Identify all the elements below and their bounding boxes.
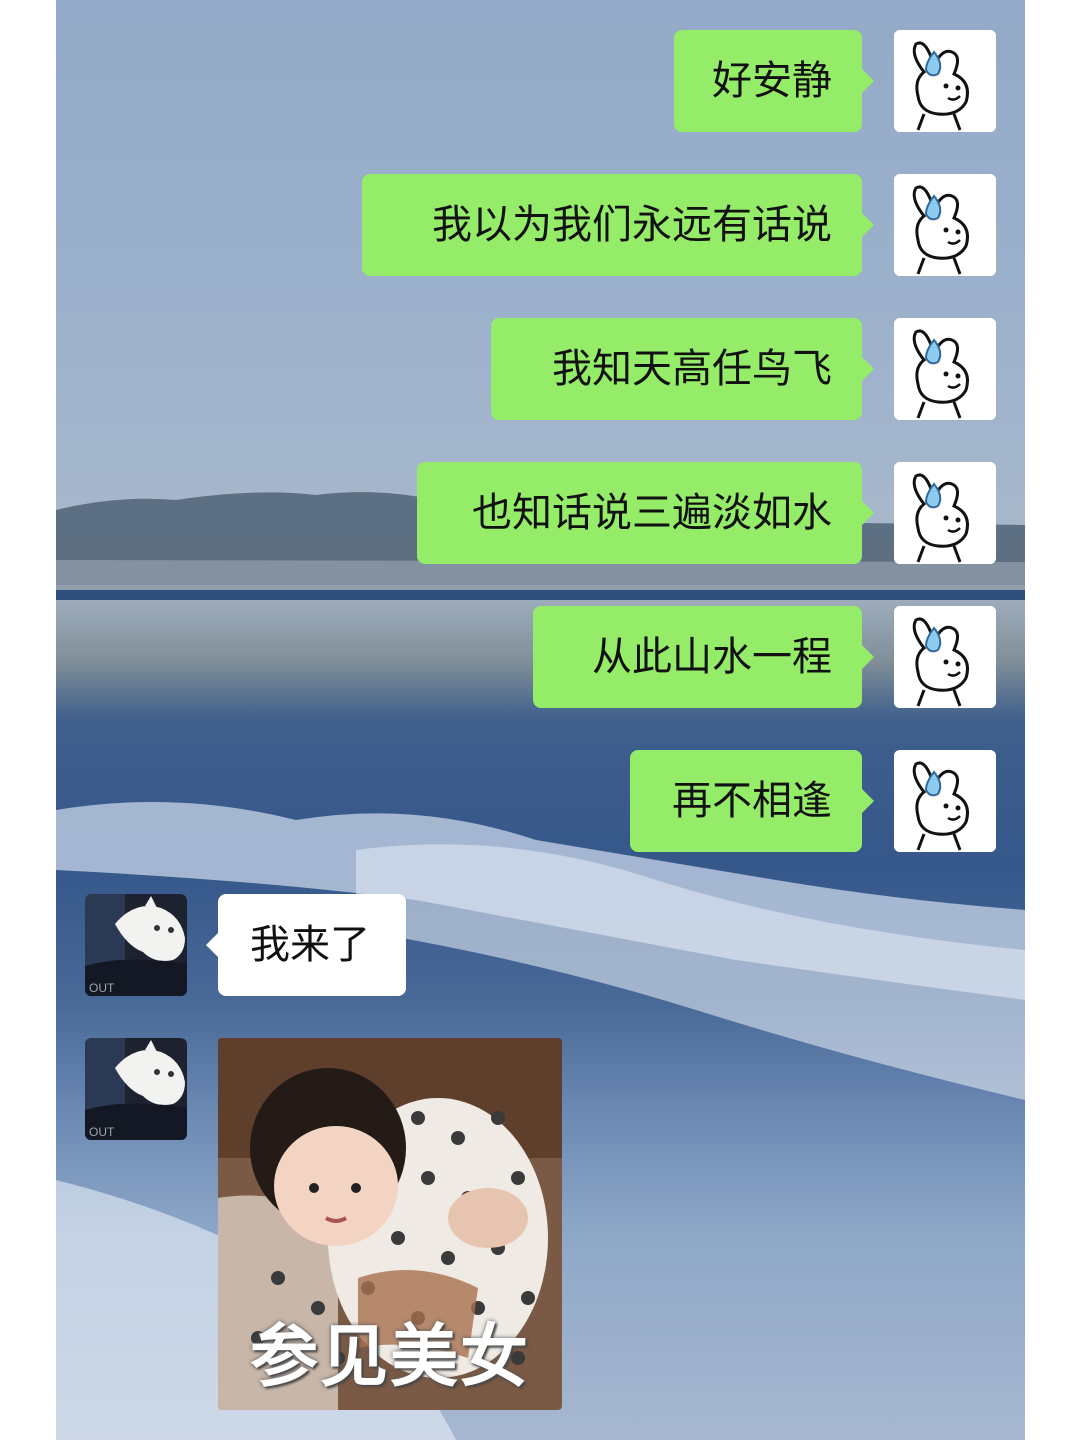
sticker-message[interactable]: 参见美女 — [218, 1038, 562, 1410]
message-row-outgoing: 好安静 — [56, 30, 1025, 132]
message-text: 我来了 — [250, 922, 370, 968]
message-row-outgoing: 再不相逢 — [56, 750, 1025, 852]
self-avatar[interactable] — [894, 750, 996, 852]
message-row-outgoing: 也知话说三遍淡如水 — [56, 462, 1025, 564]
bubble-tail — [861, 500, 874, 526]
message-text: 从此山水一程 — [592, 634, 832, 680]
rabbit-sweat-icon — [894, 606, 996, 708]
message-text: 也知话说三遍淡如水 — [472, 490, 832, 536]
bubble-tail — [861, 644, 874, 670]
message-row-incoming: OUT 我来了 — [56, 894, 1025, 996]
rabbit-sweat-icon — [894, 30, 996, 132]
self-avatar[interactable] — [894, 462, 996, 564]
bubble-tail — [861, 212, 874, 238]
bubble-tail — [206, 932, 219, 958]
message-text: 我知天高任鸟飞 — [552, 346, 832, 392]
bubble-tail — [861, 788, 874, 814]
message-bubble-incoming[interactable]: 我来了 — [206, 894, 406, 996]
message-text: 好安静 — [712, 58, 832, 104]
bubble-tail — [861, 68, 874, 94]
bubble-tail — [861, 356, 874, 382]
message-row-outgoing: 我以为我们永远有话说 — [56, 174, 1025, 276]
self-avatar[interactable] — [894, 606, 996, 708]
self-avatar[interactable] — [894, 318, 996, 420]
contact-avatar[interactable]: OUT — [85, 1038, 187, 1140]
message-bubble-outgoing[interactable]: 也知话说三遍淡如水 — [417, 462, 874, 564]
white-cat-avatar-icon: OUT — [85, 1038, 187, 1140]
message-bubble-outgoing[interactable]: 好安静 — [674, 30, 874, 132]
message-text: 再不相逢 — [672, 778, 832, 824]
white-cat-avatar-icon: OUT — [85, 894, 187, 996]
message-bubble-outgoing[interactable]: 我以为我们永远有话说 — [362, 174, 874, 276]
message-row-outgoing: 从此山水一程 — [56, 606, 1025, 708]
rabbit-sweat-icon — [894, 318, 996, 420]
message-row-outgoing: 我知天高任鸟飞 — [56, 318, 1025, 420]
chat-window: 好安静 我以为我们永远有话说 我知天高任鸟飞 也知话说三遍淡如水 从此山水一程 … — [56, 0, 1025, 1440]
rabbit-sweat-icon — [894, 462, 996, 564]
message-bubble-outgoing[interactable]: 我知天高任鸟飞 — [491, 318, 874, 420]
self-avatar[interactable] — [894, 174, 996, 276]
contact-avatar[interactable]: OUT — [85, 894, 187, 996]
message-bubble-outgoing[interactable]: 从此山水一程 — [533, 606, 874, 708]
message-text: 我以为我们永远有话说 — [432, 202, 832, 248]
rabbit-sweat-icon — [894, 750, 996, 852]
message-bubble-outgoing[interactable]: 再不相逢 — [630, 750, 874, 852]
self-avatar[interactable] — [894, 30, 996, 132]
svg-text:OUT: OUT — [89, 981, 115, 995]
sticker-caption: 参见美女 — [249, 1318, 530, 1397]
rabbit-sweat-icon — [894, 174, 996, 276]
svg-text:OUT: OUT — [89, 1125, 115, 1139]
